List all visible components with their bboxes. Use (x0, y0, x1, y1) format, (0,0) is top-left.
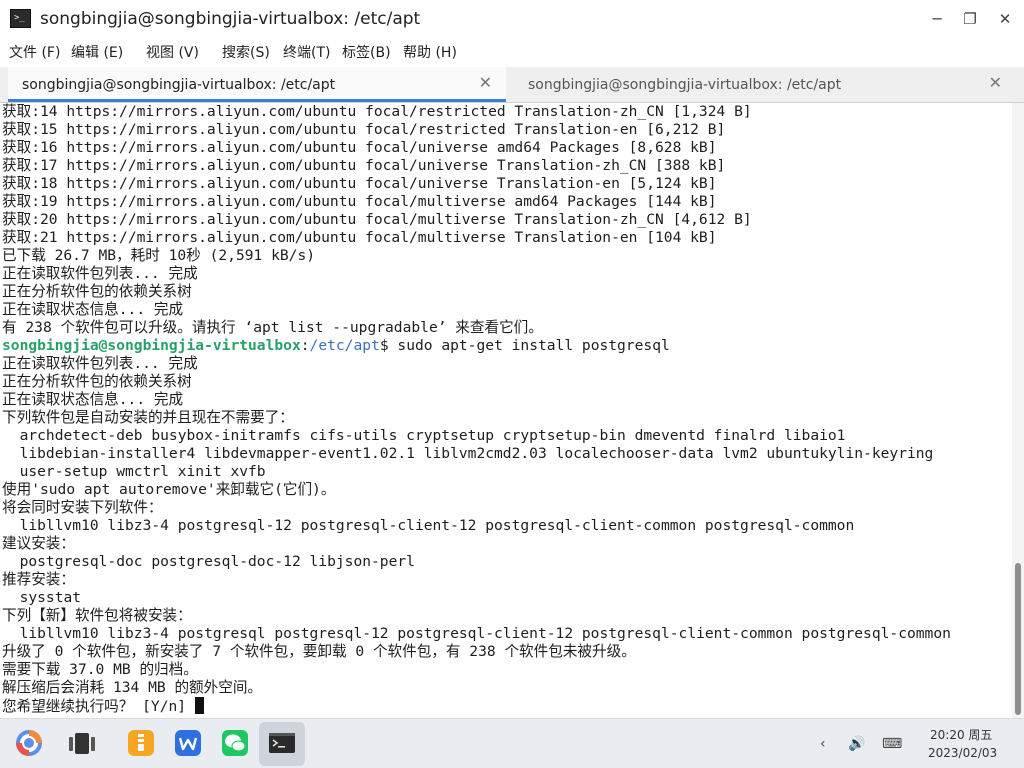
tray-expand-icon[interactable]: ‹ (820, 735, 826, 753)
tab-bar: songbingjia@songbingjia-virtualbox: /etc… (0, 67, 1024, 103)
output-line: libllvm10 libz3-4 postgresql-12 postgres… (2, 517, 855, 534)
output-line: 下列【新】软件包将被安装： (2, 607, 192, 624)
wps-office-icon[interactable] (173, 728, 203, 758)
output-line: 使用'sudo apt autoremove'来卸载它(它们)。 (2, 481, 336, 498)
volume-icon[interactable]: 🔊 (848, 735, 865, 753)
terminal-app-icon: >_ (10, 9, 31, 28)
output-line: 获取:16 https://mirrors.aliyun.com/ubuntu … (2, 139, 717, 156)
output-line: 将会同时安装下列软件： (2, 499, 163, 516)
multitask-view-icon[interactable] (67, 728, 97, 758)
output-line: archdetect-deb busybox-initramfs cifs-ut… (2, 427, 846, 444)
output-line: 正在分析软件包的依赖关系树 (2, 373, 192, 390)
output-line: 推荐安装： (2, 571, 75, 588)
output-line: 已下载 26.7 MB，耗时 10秒 (2,591 kB/s) (2, 247, 316, 264)
close-window-button[interactable]: ✕ (995, 9, 1015, 29)
clock-time[interactable]: 20:20 周五 (930, 728, 992, 743)
output-line: 正在读取软件包列表... 完成 (2, 265, 198, 282)
menu-terminal[interactable]: 终端(T) (283, 43, 330, 63)
output-line: 解压缩后会消耗 134 MB 的额外空间。 (2, 679, 263, 696)
minimize-button[interactable]: ─ (927, 9, 947, 29)
output-line: 需要下载 37.0 MB 的归档。 (2, 661, 198, 678)
output-line: 获取:18 https://mirrors.aliyun.com/ubuntu … (2, 175, 717, 192)
output-line: libllvm10 libz3-4 postgresql postgresql-… (2, 625, 951, 642)
output-line: 正在读取状态信息... 完成 (2, 391, 184, 408)
output-line: 升级了 0 个软件包，新安装了 7 个软件包，要卸载 0 个软件包，有 238 … (2, 643, 636, 660)
input-prompt-line[interactable]: 您希望继续执行吗？ [Y/n] (0, 697, 1012, 715)
output-line: sysstat (2, 589, 82, 606)
title-bar: >_ songbingjia@songbingjia-virtualbox: /… (0, 0, 1024, 38)
tab-1-close-icon[interactable]: ✕ (479, 74, 492, 92)
typed-command: sudo apt-get install postgresql (397, 337, 670, 354)
wechat-icon[interactable] (220, 728, 250, 758)
terminal-scrollbar[interactable] (1012, 103, 1024, 718)
output-line: 建议安装： (2, 535, 75, 552)
output-line: 获取:17 https://mirrors.aliyun.com/ubuntu … (2, 157, 726, 174)
terminal-output[interactable]: 获取:14 https://mirrors.aliyun.com/ubuntu … (0, 103, 1012, 718)
window-title: songbingjia@songbingjia-virtualbox: /etc… (40, 9, 421, 29)
output-line: 获取:14 https://mirrors.aliyun.com/ubuntu … (2, 103, 752, 120)
clock-date[interactable]: 2023/02/03 (928, 746, 997, 761)
tab-2-close-icon[interactable]: ✕ (989, 74, 1002, 92)
output-line: 下列软件包是自动安装的并且现在不需要了： (2, 409, 294, 426)
menu-bar: 文件 (F) 编辑 (E) 视图 (V) 搜索(S) 终端(T) 标签(B) 帮… (0, 41, 1024, 65)
text-cursor (194, 697, 204, 714)
menu-view[interactable]: 视图 (V) (146, 43, 199, 63)
output-line: 正在分析软件包的依赖关系树 (2, 283, 192, 300)
output-line: 有 238 个软件包可以升级。请执行 ‘apt list --upgradabl… (2, 319, 543, 336)
start-menu-icon[interactable] (14, 728, 44, 758)
tab-2-label: songbingjia@songbingjia-virtualbox: /etc… (528, 77, 842, 93)
output-line: user-setup wmctrl xinit xvfb (2, 463, 266, 480)
terminal-icon[interactable] (267, 728, 297, 758)
output-line: 正在读取软件包列表... 完成 (2, 355, 198, 372)
output-line: postgresql-doc postgresql-doc-12 libjson… (2, 553, 415, 570)
output-line: 获取:15 https://mirrors.aliyun.com/ubuntu … (2, 121, 726, 138)
menu-tabs[interactable]: 标签(B) (342, 43, 391, 63)
output-line: 正在读取状态信息... 完成 (2, 301, 184, 318)
file-manager-icon[interactable] (126, 728, 156, 758)
taskbar: ‹ 🔊 ⌨ 20:20 周五 2023/02/03 (0, 718, 1024, 768)
prompt-separator: : (300, 337, 310, 354)
output-line: 获取:19 https://mirrors.aliyun.com/ubuntu … (2, 193, 717, 210)
tab-2[interactable]: songbingjia@songbingjia-virtualbox: /etc… (506, 67, 1016, 102)
keyboard-icon[interactable]: ⌨ (882, 735, 902, 753)
output-line: libdebian-installer4 libdevmapper-event1… (2, 445, 934, 462)
prompt-path: /etc/apt (309, 337, 380, 354)
menu-search[interactable]: 搜索(S) (222, 43, 270, 63)
prompt-symbol: $ (379, 337, 398, 354)
prompt-user: songbingjia@songbingjia-virtualbox (2, 337, 301, 354)
shell-prompt-line: songbingjia@songbingjia-virtualbox:/etc/… (0, 337, 1012, 355)
confirm-prompt: 您希望继续执行吗？ [Y/n] (2, 698, 195, 715)
scrollbar-thumb[interactable] (1015, 563, 1021, 715)
restore-button[interactable]: ❐ (960, 9, 980, 29)
tab-1[interactable]: songbingjia@songbingjia-virtualbox: /etc… (8, 67, 506, 102)
menu-help[interactable]: 帮助 (H) (403, 43, 457, 63)
menu-edit[interactable]: 编辑 (E) (71, 43, 123, 63)
output-line: 获取:20 https://mirrors.aliyun.com/ubuntu … (2, 211, 752, 228)
tab-1-label: songbingjia@songbingjia-virtualbox: /etc… (22, 77, 336, 93)
menu-file[interactable]: 文件 (F) (9, 43, 60, 63)
output-line: 获取:21 https://mirrors.aliyun.com/ubuntu … (2, 229, 717, 246)
